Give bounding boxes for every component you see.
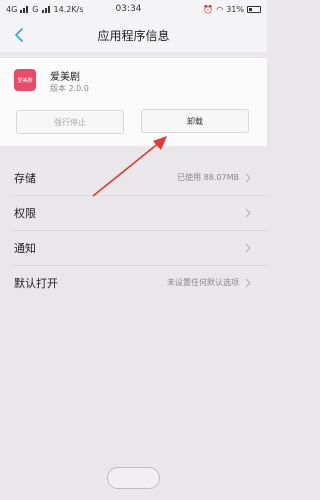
app-icon-label: 爱美剧	[17, 77, 33, 84]
app-version: 版本 2.0.0	[50, 84, 89, 93]
list-item-permissions[interactable]: 权限	[0, 195, 267, 230]
app-icon: 爱美剧	[14, 69, 36, 91]
wifi-icon: ◠	[216, 4, 224, 14]
app-bar: 应用程序信息	[0, 18, 267, 52]
chevron-right-icon	[245, 278, 253, 288]
list-item-value: 已使用 88.07MB	[177, 173, 239, 182]
chevron-right-icon	[245, 208, 253, 218]
signal-icon-2	[41, 5, 51, 13]
clock: 03:34	[115, 4, 142, 14]
list-item-value: 未设置任何默认选项	[167, 278, 239, 287]
list-item-label: 权限	[14, 206, 36, 220]
back-button[interactable]	[10, 26, 28, 44]
battery-percent: 31%	[226, 4, 244, 14]
uninstall-button[interactable]: 卸载	[141, 109, 249, 133]
network-label-2: G	[32, 4, 39, 14]
list-item-notifications[interactable]: 通知	[0, 230, 267, 265]
list-item-label: 通知	[14, 241, 36, 255]
list-item-open-by-default[interactable]: 默认打开 未设置任何默认选项	[0, 265, 267, 300]
force-stop-button[interactable]: 强行停止	[16, 110, 124, 134]
network-label: 4G	[6, 4, 18, 14]
network-speed: 14.2K/s	[53, 4, 84, 14]
status-bar: 4G G 14.2K/s 03:34 ⏰ ◠ 31%	[0, 0, 267, 18]
settings-list: 存储 已使用 88.07MB 权限 通知 默认打开 未设置任何默认选项	[0, 160, 267, 300]
chevron-left-icon	[15, 28, 23, 42]
battery-icon	[247, 5, 261, 13]
home-button[interactable]	[107, 467, 160, 489]
list-item-label: 存储	[14, 171, 36, 185]
signal-icon	[20, 5, 29, 13]
alarm-icon: ⏰	[203, 4, 214, 14]
chevron-right-icon	[245, 173, 253, 183]
list-item-label: 默认打开	[14, 276, 58, 290]
app-name: 爱美剧	[50, 72, 80, 83]
chevron-right-icon	[245, 243, 253, 253]
list-item-storage[interactable]: 存储 已使用 88.07MB	[0, 160, 267, 195]
page-title: 应用程序信息	[97, 28, 170, 43]
